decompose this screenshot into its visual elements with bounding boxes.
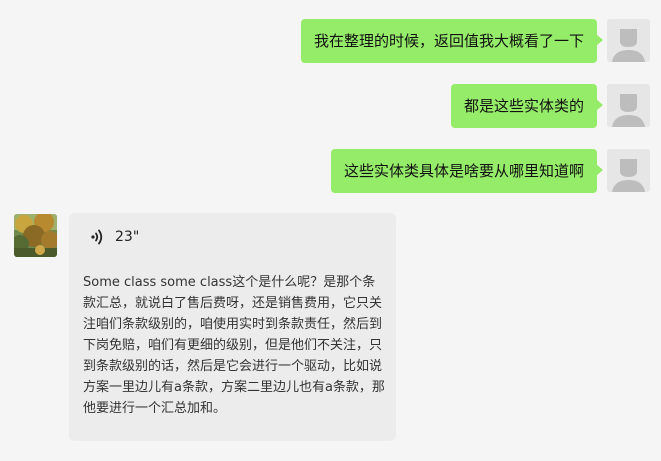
voice-message-bubble[interactable]: 23" Some class some class这个是什么呢？是那个条款汇总，… <box>69 213 396 441</box>
voice-player[interactable]: 23" <box>89 228 139 246</box>
voice-duration: 23" <box>115 229 140 245</box>
message-text: 我在整理的时候，返回值我大概看了一下 <box>313 32 584 50</box>
outgoing-message[interactable]: 我在整理的时候，返回值我大概看了一下 <box>300 19 604 63</box>
default-avatar-icon <box>607 19 650 62</box>
default-avatar-icon <box>607 149 650 192</box>
default-avatar-icon <box>607 84 650 127</box>
outgoing-message[interactable]: 这些实体类具体是啥要从哪里知道啊 <box>330 149 604 193</box>
landscape-photo-avatar <box>14 214 57 257</box>
contact-avatar[interactable] <box>14 214 57 257</box>
self-avatar[interactable] <box>607 19 650 62</box>
message-text: 都是这些实体类的 <box>463 97 584 115</box>
voice-transcript: Some class some class这个是什么呢？是那个条款汇总，就说白了… <box>83 275 385 416</box>
self-avatar[interactable] <box>607 84 650 127</box>
message-text: 这些实体类具体是啥要从哪里知道啊 <box>343 162 584 180</box>
self-avatar[interactable] <box>607 149 650 192</box>
voice-wave-icon <box>91 229 103 245</box>
outgoing-message[interactable]: 都是这些实体类的 <box>450 84 604 128</box>
